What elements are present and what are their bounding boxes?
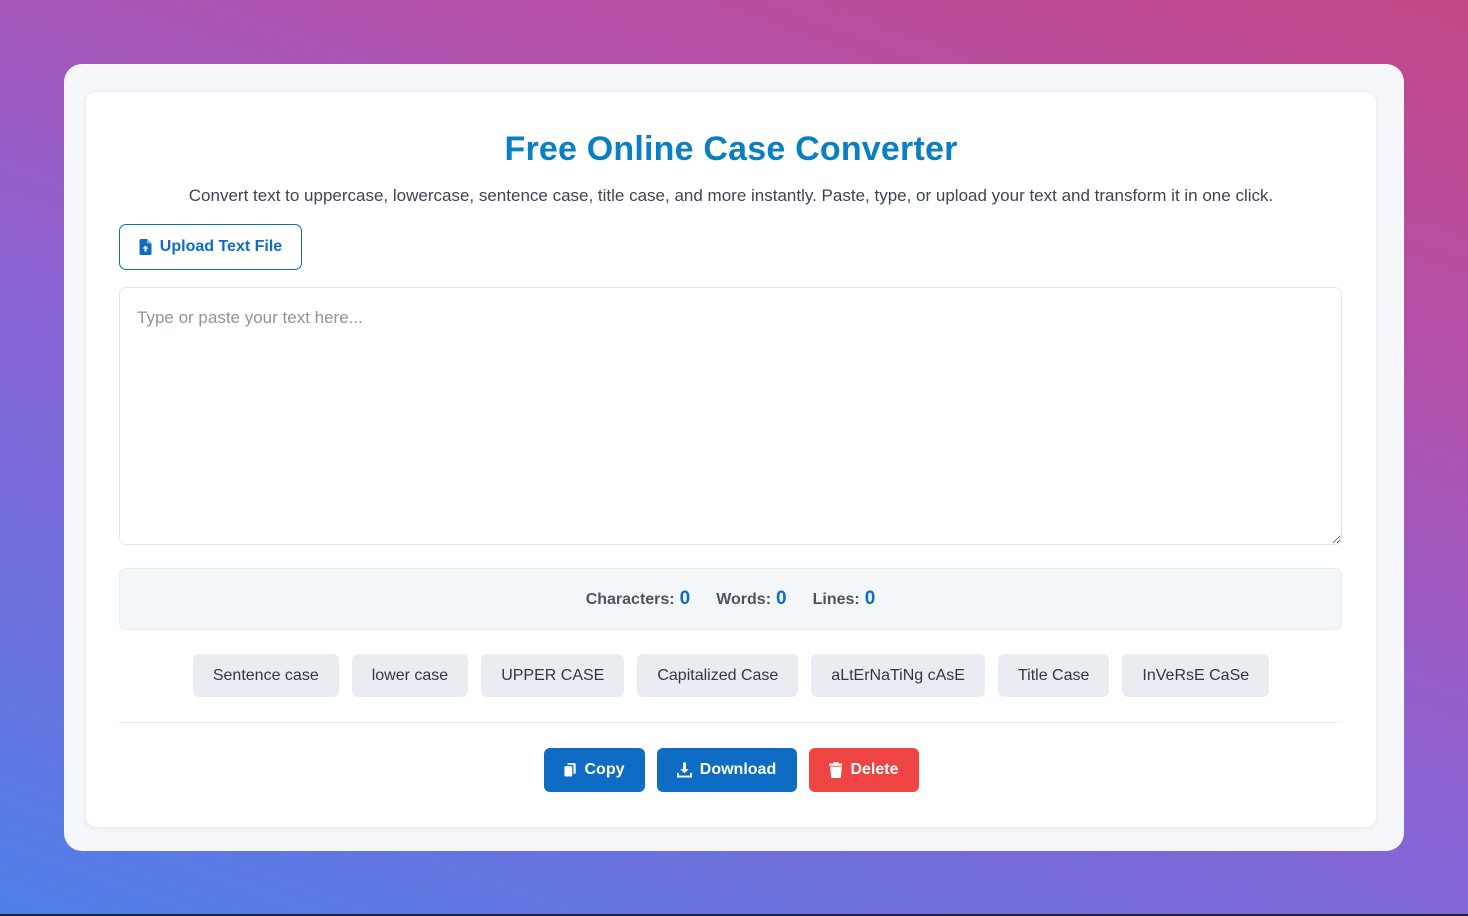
stats-bar: Characters: 0 Words: 0 Lines: 0	[119, 568, 1342, 630]
delete-label: Delete	[850, 761, 899, 778]
line-count: Lines: 0	[813, 588, 876, 610]
text-input[interactable]	[119, 287, 1342, 545]
lower-case-button[interactable]: lower case	[351, 654, 469, 697]
converter-card: Free Online Case Converter Convert text …	[86, 92, 1376, 827]
sentence-case-button[interactable]: Sentence case	[192, 654, 339, 697]
file-upload-icon	[139, 239, 152, 255]
trash-icon	[828, 762, 843, 778]
download-label: Download	[699, 761, 777, 778]
inverse-case-button[interactable]: InVeRsE CaSe	[1122, 654, 1270, 697]
upload-text-file-button[interactable]: Upload Text File	[119, 224, 302, 270]
character-count: Characters: 0	[586, 588, 691, 610]
download-button[interactable]: Download	[656, 748, 797, 792]
word-count: Words: 0	[716, 588, 786, 610]
capitalized-case-button[interactable]: Capitalized Case	[637, 654, 799, 697]
characters-value: 0	[679, 588, 691, 609]
lines-value: 0	[864, 588, 876, 609]
words-label: Words:	[716, 591, 772, 608]
page-title: Free Online Case Converter	[504, 130, 958, 168]
upload-button-label: Upload Text File	[159, 238, 283, 255]
divider	[119, 722, 1342, 723]
lines-label: Lines:	[812, 591, 860, 608]
title-case-button[interactable]: Title Case	[997, 654, 1110, 697]
characters-label: Characters:	[585, 591, 675, 608]
download-icon	[676, 762, 692, 778]
case-buttons-row: Sentence case lower case UPPER CASE Capi…	[86, 654, 1376, 697]
copy-icon	[563, 763, 576, 777]
action-buttons-row: Copy Download Delete	[86, 748, 1376, 792]
outer-panel: Free Online Case Converter Convert text …	[64, 64, 1404, 851]
copy-button[interactable]: Copy	[543, 748, 645, 792]
delete-button[interactable]: Delete	[808, 748, 919, 792]
words-value: 0	[776, 588, 787, 609]
copy-label: Copy	[584, 761, 625, 778]
alternating-case-button[interactable]: aLtErNaTiNg cAsE	[811, 654, 985, 697]
page-subtitle: Convert text to uppercase, lowercase, se…	[188, 186, 1274, 205]
upper-case-button[interactable]: UPPER CASE	[481, 654, 625, 697]
